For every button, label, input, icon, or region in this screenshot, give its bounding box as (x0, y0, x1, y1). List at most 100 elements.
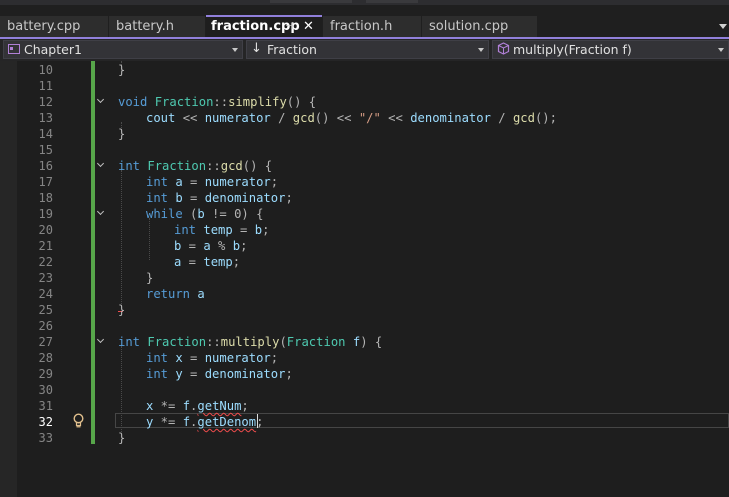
close-icon[interactable]: ✕ (303, 17, 314, 37)
toolbar-segment (270, 0, 352, 3)
tab-fraction-cpp[interactable]: fraction.cpp ⊣ ✕ (206, 15, 322, 38)
tab-label: solution.cpp (429, 19, 509, 34)
code-line[interactable]: 19 while (b != 0) { (0, 206, 729, 222)
code-token: ) { (360, 335, 383, 349)
code-token: () << (314, 111, 359, 125)
code-token: *= (153, 415, 183, 429)
code-token: () { (286, 95, 317, 109)
code-text: return a (146, 286, 205, 302)
code-line[interactable]: 18 int b = denominator; (0, 190, 729, 206)
code-line[interactable]: 11 (0, 78, 729, 94)
code-token: *= (153, 399, 183, 413)
member-name: multiply(Fraction f) (513, 42, 632, 57)
code-line[interactable]: 22 a = temp; (0, 254, 729, 270)
line-number: 12 (38, 95, 53, 109)
code-text: int a = numerator; (146, 174, 278, 190)
code-token: ; (270, 175, 279, 189)
code-token: Fraction (147, 159, 207, 173)
code-token: << (380, 111, 411, 125)
code-editor[interactable]: 10} 11 12 void Fraction::simplify() {13 cout… (0, 61, 729, 497)
code-line[interactable]: 23} (0, 270, 729, 286)
code-line[interactable]: 10} (0, 62, 729, 78)
line-number: 15 (38, 143, 53, 157)
code-token: a (197, 287, 205, 301)
line-number: 16 (38, 159, 53, 173)
cpp-project-icon (8, 42, 20, 59)
chevron-down-icon (718, 48, 724, 52)
code-token: ; (232, 255, 241, 269)
code-line[interactable]: 32 y *= f.getDenom; (0, 414, 729, 430)
code-line[interactable]: 16 int Fraction::gcd() { (0, 158, 729, 174)
code-line[interactable]: 12 void Fraction::simplify() { (0, 94, 729, 110)
chevron-down-icon (478, 48, 484, 52)
code-token: denominator (204, 367, 286, 381)
code-line[interactable]: 20 int temp = b; (0, 222, 729, 238)
member-dropdown[interactable]: multiply(Fraction f) (492, 40, 729, 59)
tab-label: fraction.h (330, 19, 393, 34)
code-token: = (182, 351, 205, 365)
code-token: ( (182, 207, 198, 221)
code-token: Fraction (154, 95, 214, 109)
code-line[interactable]: 26 (0, 318, 729, 334)
project-dropdown[interactable]: Chapter1 (3, 40, 243, 59)
code-token: int (118, 335, 141, 349)
tab-label: battery.h (116, 19, 174, 34)
code-text: y *= f.getDenom; (146, 414, 263, 430)
code-token: a (175, 175, 183, 189)
tab-overflow-icon[interactable] (719, 24, 727, 29)
line-number: 22 (38, 255, 53, 269)
line-number: 11 (38, 79, 53, 93)
code-token: :: (206, 335, 221, 349)
code-line[interactable]: 33} (0, 430, 729, 446)
line-number: 25 (38, 303, 53, 317)
code-token: void (118, 95, 148, 109)
code-line[interactable]: 14} (0, 126, 729, 142)
code-line[interactable]: 29 int y = denominator; (0, 366, 729, 382)
code-line[interactable]: 24 return a (0, 286, 729, 302)
scope-dropdown[interactable]: ↓ Fraction (246, 40, 489, 59)
code-line[interactable]: 21 b = a % b; (0, 238, 729, 254)
code-text: int y = denominator; (146, 366, 293, 382)
code-text: int b = denominator; (146, 190, 293, 206)
code-text: int Fraction::gcd() { (118, 158, 272, 174)
code-token: } (118, 63, 126, 77)
code-text: int x = numerator; (146, 350, 278, 366)
code-token: gcd (512, 111, 535, 125)
line-number: 28 (38, 351, 53, 365)
code-token: int (146, 191, 169, 205)
code-token: int (146, 351, 169, 365)
code-token: while (146, 207, 183, 221)
code-line[interactable]: 31 x *= f.getNum; (0, 398, 729, 414)
line-number: 21 (38, 239, 53, 253)
navigation-bar: Chapter1 ↓ Fraction multiply(Fraction f) (0, 39, 729, 61)
code-token: cout (146, 111, 176, 125)
code-line[interactable]: 17 int a = numerator; (0, 174, 729, 190)
code-line[interactable]: 27 int Fraction::multiply(Fraction f) { (0, 334, 729, 350)
code-token: denominator (204, 191, 286, 205)
toolbar-segment (366, 0, 418, 3)
code-token: f (182, 399, 191, 413)
pin-icon[interactable]: ⊣ (285, 17, 294, 37)
code-line[interactable]: 13 cout << numerator / gcd() << "/" << de… (0, 110, 729, 126)
tab-battery-h[interactable]: battery.h (109, 16, 205, 37)
line-number: 29 (38, 367, 53, 381)
line-number: 27 (38, 335, 53, 349)
code-token: "/" (358, 111, 381, 125)
code-token: } (146, 271, 154, 285)
code-token: ; (270, 351, 279, 365)
line-number: 33 (38, 431, 53, 445)
code-token: ; (285, 367, 293, 381)
tab-fraction-h[interactable]: fraction.h (323, 16, 421, 37)
tab-battery-cpp[interactable]: battery.cpp (0, 16, 108, 37)
code-line[interactable]: 15 (0, 142, 729, 158)
line-number: 23 (38, 271, 53, 285)
code-token: << (175, 111, 205, 125)
code-line[interactable]: 25} (0, 302, 729, 318)
code-line[interactable]: 28 int x = numerator; (0, 350, 729, 366)
line-number: 26 (38, 319, 53, 333)
tab-solution-cpp[interactable]: solution.cpp (422, 16, 537, 37)
code-line[interactable]: 30 (0, 382, 729, 398)
code-token: x (175, 351, 183, 365)
text-caret (257, 414, 258, 428)
